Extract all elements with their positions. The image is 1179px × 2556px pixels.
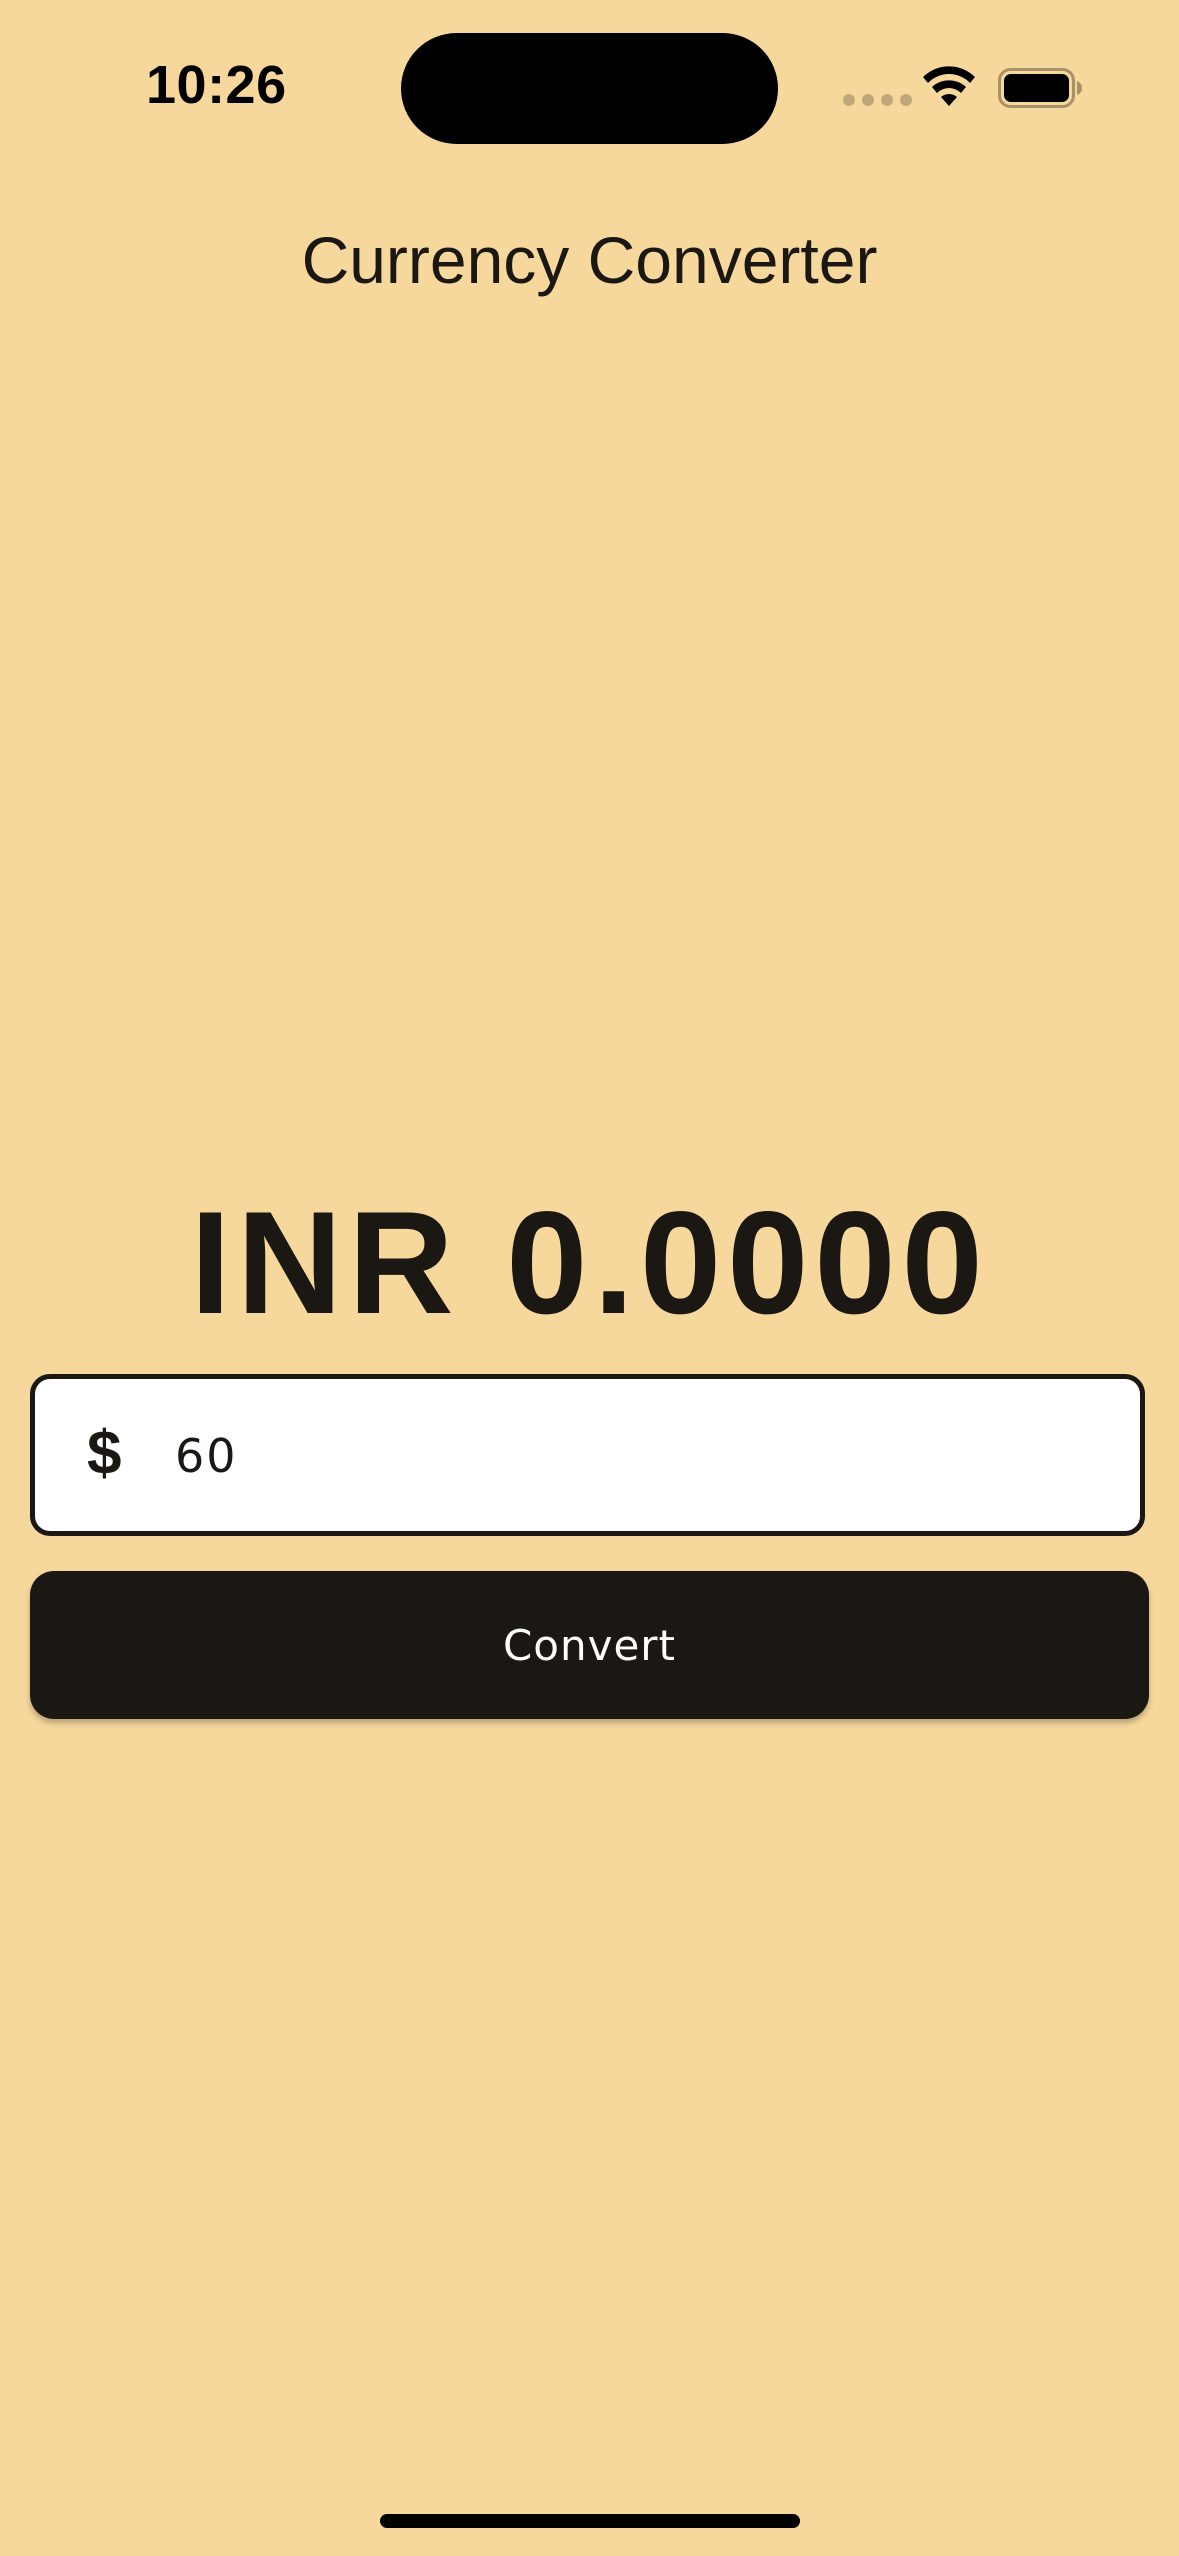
amount-field[interactable]: $: [30, 1374, 1145, 1536]
dollar-icon: $: [87, 1419, 122, 1488]
wifi-icon: [923, 66, 975, 106]
amount-input[interactable]: [175, 1413, 1075, 1499]
cellular-signal-icon: [843, 94, 912, 106]
conversion-result: INR 0.0000: [190, 1181, 989, 1344]
page-title: Currency Converter: [301, 223, 878, 297]
home-indicator[interactable]: [380, 2514, 800, 2528]
dynamic-island: [401, 33, 778, 144]
status-bar-time: 10:26: [146, 55, 287, 115]
battery-icon: [998, 68, 1082, 108]
convert-button[interactable]: Convert: [30, 1571, 1149, 1719]
